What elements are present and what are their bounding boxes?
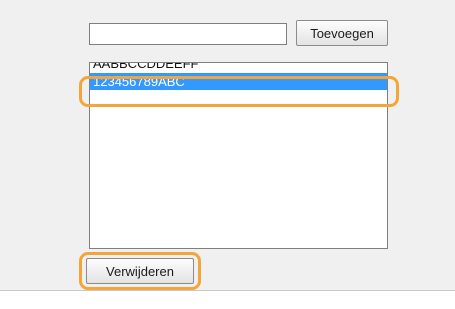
dialog-panel: Toevoegen AABBCCDDEEFF 123456789ABC Verw… bbox=[0, 0, 455, 291]
remove-button[interactable]: Verwijderen bbox=[86, 258, 194, 284]
add-button[interactable]: Toevoegen bbox=[296, 20, 388, 46]
bottom-strip bbox=[0, 291, 455, 309]
list-item-selected[interactable]: 123456789ABC bbox=[90, 73, 387, 90]
mac-address-input[interactable] bbox=[89, 23, 287, 45]
address-list[interactable]: AABBCCDDEEFF 123456789ABC bbox=[89, 62, 388, 249]
list-item[interactable]: AABBCCDDEEFF bbox=[90, 63, 387, 73]
